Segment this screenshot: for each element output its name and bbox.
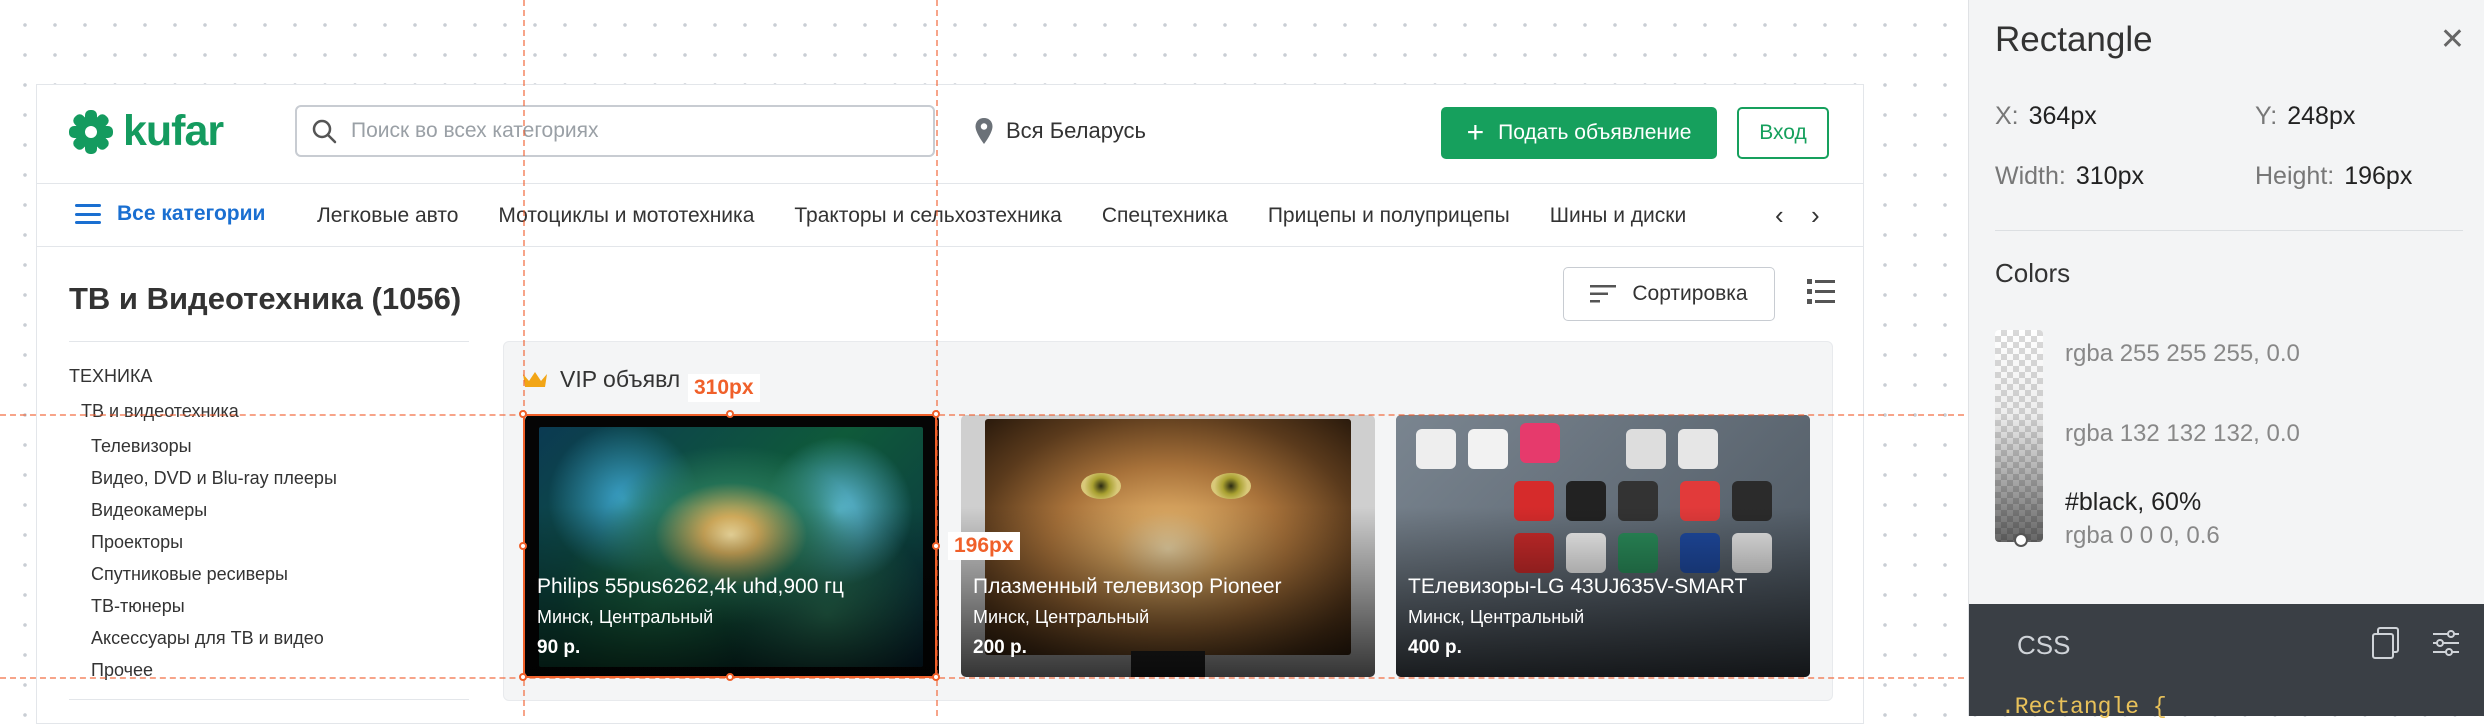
category-nav: Все категории Легковые авто Мотоциклы и м…	[37, 183, 1863, 247]
search-input[interactable]	[349, 118, 913, 144]
site-header: kufar Вся Беларусь + Подать объявление В…	[37, 85, 1863, 183]
prop-height-label: Height:	[2255, 162, 2335, 190]
css-title: CSS	[2017, 630, 2071, 660]
category-sidebar: ТЕХНИКА ТВ и видеотехника Телевизоры Вид…	[69, 341, 469, 692]
color-value[interactable]: #black, 60%	[2065, 488, 2201, 517]
guide-line	[0, 677, 1964, 679]
sidebar-subcategory[interactable]: Прочее	[69, 660, 469, 680]
sidebar-subcategory[interactable]: Проекторы	[69, 532, 469, 552]
resize-handle[interactable]	[932, 410, 940, 418]
nav-items: Легковые авто Мотоциклы и мототехника Трак…	[317, 204, 1755, 228]
card-price: 200 р.	[973, 637, 1027, 658]
post-ad-button[interactable]: + Подать объявление	[1441, 107, 1717, 159]
resize-handle[interactable]	[726, 673, 734, 681]
vip-heading-label: VIP объявл	[560, 366, 681, 392]
sidebar-top-category[interactable]: ТЕХНИКА	[69, 366, 469, 387]
sidebar-subcategory[interactable]: Спутниковые ресиверы	[69, 564, 469, 584]
vip-card[interactable]: ТЕлевизоры-LG 43UJ635V-SMART Минск, Цент…	[1396, 415, 1810, 677]
css-section: CSS .Rectangle {	[1969, 604, 2484, 720]
nav-item[interactable]: Мотоциклы и мототехника	[498, 204, 754, 227]
login-button[interactable]: Вход	[1737, 107, 1829, 159]
sidebar-selected-category[interactable]: ТВ и видеотехника	[69, 401, 469, 422]
prop-width-value: 310px	[2075, 162, 2144, 190]
vip-heading: VIP объявл	[522, 366, 680, 393]
card-location: Минск, Центральный	[973, 607, 1150, 627]
artboard: kufar Вся Беларусь + Подать объявление В…	[36, 84, 1864, 724]
close-icon[interactable]: ✕	[2440, 22, 2465, 57]
sort-icon	[1590, 285, 1617, 303]
resize-handle[interactable]	[932, 542, 940, 550]
prop-height: Height: 196px	[2255, 162, 2412, 191]
width-measure-label: 310px	[688, 374, 760, 402]
gradient-swatch[interactable]	[1995, 330, 2043, 542]
crown-icon	[523, 371, 547, 387]
vip-card[interactable]: Плазменный телевизор Pioneer Минск, Цент…	[961, 415, 1375, 677]
nav-item[interactable]: Прицепы и полуприцепы	[1268, 204, 1510, 227]
plus-icon: +	[1466, 116, 1485, 149]
color-value[interactable]: rgba 255 255 255, 0.0	[2065, 340, 2300, 368]
inspector-divider	[1995, 230, 2463, 231]
selection-rectangle[interactable]	[523, 414, 937, 678]
location-pin-icon	[975, 118, 993, 144]
sidebar-subcategory[interactable]: Видео, DVD и Blu-ray плееры	[69, 468, 469, 488]
prop-height-value: 196px	[2344, 162, 2413, 190]
resize-handle[interactable]	[519, 673, 527, 681]
settings-sliders-icon[interactable]	[2431, 628, 2461, 658]
prop-x: X: 364px	[1995, 102, 2097, 131]
logo[interactable]: kufar	[67, 107, 224, 156]
inspector-panel: Rectangle ✕ X: 364px Y: 248px Width: 310px …	[1968, 0, 2484, 720]
gradient-stop-handle[interactable]	[2014, 533, 2028, 547]
colors-title: Colors	[1995, 258, 2071, 288]
page-title: ТВ и Видеотехника (1056)	[69, 281, 462, 316]
sidebar-divider	[69, 699, 469, 700]
prop-y-label: Y:	[2255, 102, 2278, 130]
guide-line	[0, 414, 1964, 416]
prop-x-label: X:	[1995, 102, 2019, 130]
card-title: Плазменный телевизор Pioneer	[973, 575, 1282, 598]
sidebar-subcategory[interactable]: Телевизоры	[69, 436, 469, 456]
menu-icon	[75, 204, 101, 224]
card-title: ТЕлевизоры-LG 43UJ635V-SMART	[1408, 575, 1748, 598]
height-measure-label: 196px	[948, 532, 1020, 560]
resize-handle[interactable]	[726, 410, 734, 418]
css-code: .Rectangle {	[2001, 694, 2167, 720]
sidebar-subcategory[interactable]: Аксессуары для ТВ и видео	[69, 628, 469, 648]
sidebar-subcategory[interactable]: Видеокамеры	[69, 500, 469, 520]
prop-y: Y: 248px	[2255, 102, 2355, 131]
region-selector[interactable]: Вся Беларусь	[974, 117, 1146, 145]
search-box[interactable]	[295, 105, 935, 157]
prop-y-value: 248px	[2287, 102, 2356, 130]
color-value[interactable]: rgba 132 132 132, 0.0	[2065, 420, 2300, 448]
prop-width: Width: 310px	[1995, 162, 2144, 191]
copy-icon[interactable]	[2371, 626, 2401, 660]
resize-handle[interactable]	[519, 410, 527, 418]
card-price: 400 р.	[1408, 637, 1462, 658]
sidebar-subcategory[interactable]: ТВ-тюнеры	[69, 596, 469, 616]
login-label: Вход	[1759, 121, 1807, 144]
color-value[interactable]: rgba 0 0 0, 0.6	[2065, 522, 2220, 550]
resize-handle[interactable]	[519, 542, 527, 550]
sort-button[interactable]: Сортировка	[1563, 267, 1775, 321]
region-label: Вся Беларусь	[1006, 118, 1146, 143]
card-location: Минск, Центральный	[1408, 607, 1585, 627]
all-categories-label: Все категории	[117, 202, 266, 225]
all-categories-button[interactable]: Все категории	[75, 202, 265, 226]
kufar-logo-icon	[69, 109, 113, 154]
nav-item[interactable]: Спецтехника	[1102, 204, 1228, 227]
post-ad-label: Подать объявление	[1498, 121, 1692, 144]
search-icon	[312, 119, 337, 144]
sort-label: Сортировка	[1632, 282, 1748, 305]
nav-item[interactable]: Тракторы и сельхозтехника	[794, 204, 1061, 227]
chevron-left-icon[interactable]: ‹	[1775, 200, 1784, 231]
prop-x-value: 364px	[2028, 102, 2097, 130]
logo-text: kufar	[123, 107, 224, 155]
resize-handle[interactable]	[932, 673, 940, 681]
nav-item[interactable]: Легковые авто	[317, 204, 458, 227]
chevron-right-icon[interactable]: ›	[1811, 200, 1820, 231]
inspector-title: Rectangle	[1995, 20, 2153, 59]
nav-item[interactable]: Шины и диски	[1550, 204, 1686, 227]
prop-width-label: Width:	[1995, 162, 2066, 190]
list-view-icon[interactable]	[1807, 277, 1835, 307]
